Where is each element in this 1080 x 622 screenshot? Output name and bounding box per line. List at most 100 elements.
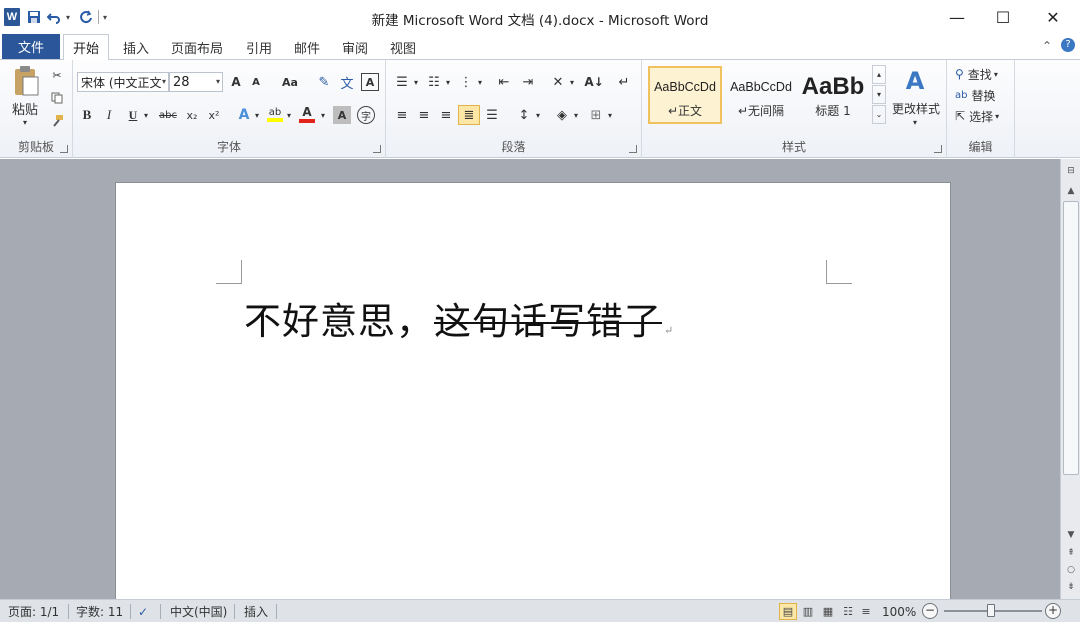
style-heading-1[interactable]: AaBb 标题 1 bbox=[800, 66, 866, 124]
highlight-icon[interactable]: ab bbox=[265, 104, 285, 124]
paste-dropdown-icon[interactable]: ▾ bbox=[20, 117, 30, 127]
text-effects-dropdown-icon[interactable]: ▾ bbox=[253, 106, 261, 124]
distributed-icon[interactable]: ☰ bbox=[482, 106, 502, 124]
styles-scroll-up-icon[interactable]: ▴ bbox=[872, 65, 886, 84]
tab-page-layout[interactable]: 页面布局 bbox=[164, 34, 230, 60]
show-marks-icon[interactable]: ↵ bbox=[614, 73, 634, 91]
font-size-combo[interactable]: 28 ▾ bbox=[169, 72, 223, 92]
multilevel-dropdown-icon[interactable]: ▾ bbox=[476, 73, 484, 91]
word-count[interactable]: 字数: 11 bbox=[76, 603, 123, 620]
clipboard-launcher-icon[interactable] bbox=[60, 145, 68, 153]
font-color-icon[interactable]: A bbox=[297, 104, 317, 124]
line-spacing-icon[interactable]: ↕ bbox=[514, 106, 534, 124]
change-case-button[interactable]: Aa bbox=[277, 73, 303, 91]
clear-formatting-icon[interactable]: ✎ bbox=[315, 73, 333, 91]
select-browse-object-icon[interactable]: ○ bbox=[1063, 562, 1079, 578]
next-page-icon[interactable]: ⇟ bbox=[1063, 579, 1079, 595]
strikethrough-button[interactable]: abc bbox=[157, 106, 179, 124]
minimize-button[interactable]: — bbox=[934, 0, 980, 34]
enclose-characters-icon[interactable]: 字 bbox=[357, 106, 375, 124]
help-icon[interactable]: ? bbox=[1061, 38, 1075, 52]
phonetic-guide-icon[interactable]: 文 bbox=[337, 73, 357, 92]
close-button[interactable]: ✕ bbox=[1030, 0, 1076, 34]
tab-mailings[interactable]: 邮件 bbox=[286, 34, 328, 60]
underline-dropdown-icon[interactable]: ▾ bbox=[141, 106, 151, 124]
align-right-icon[interactable]: ≡ bbox=[436, 106, 456, 124]
align-left-icon[interactable]: ≡ bbox=[392, 106, 412, 124]
tab-review[interactable]: 审阅 bbox=[334, 34, 376, 60]
multilevel-list-icon[interactable]: ⋮ bbox=[456, 73, 476, 91]
italic-button[interactable]: I bbox=[101, 106, 117, 124]
style-no-spacing[interactable]: AaBbCcDd ↵无间隔 bbox=[724, 66, 798, 124]
document-page[interactable]: 不好意思，这句话写错了 ↵ bbox=[115, 182, 951, 612]
copy-icon[interactable] bbox=[48, 90, 66, 106]
vertical-scrollbar[interactable]: ⊟ ▲ ▼ ⇞ ○ ⇟ bbox=[1060, 159, 1080, 599]
scrollbar-thumb[interactable] bbox=[1063, 201, 1079, 475]
cut-icon[interactable]: ✂ bbox=[48, 67, 66, 83]
document-paragraph[interactable]: 不好意思，这句话写错了 ↵ bbox=[244, 291, 674, 345]
borders-icon[interactable]: ⊞ bbox=[586, 106, 606, 124]
increase-indent-icon[interactable]: ⇥ bbox=[518, 73, 538, 91]
decrease-indent-icon[interactable]: ⇤ bbox=[494, 73, 514, 91]
ruler-toggle-icon[interactable]: ⊟ bbox=[1063, 163, 1079, 179]
zoom-in-button[interactable]: + bbox=[1045, 603, 1061, 619]
zoom-slider-thumb[interactable] bbox=[987, 604, 995, 617]
paragraph-launcher-icon[interactable] bbox=[629, 145, 637, 153]
page-count[interactable]: 页面: 1/1 bbox=[8, 603, 59, 620]
tab-view[interactable]: 视图 bbox=[382, 34, 424, 60]
find-button[interactable]: ⚲ 查找 ▾ bbox=[955, 65, 1011, 83]
customize-qat-icon[interactable]: ▾ bbox=[103, 13, 111, 22]
tab-references[interactable]: 引用 bbox=[238, 34, 280, 60]
scroll-down-icon[interactable]: ▼ bbox=[1063, 527, 1079, 543]
word-app-icon[interactable]: W bbox=[4, 8, 20, 26]
bold-button[interactable]: B bbox=[79, 106, 95, 124]
change-styles-icon[interactable]: A bbox=[900, 66, 930, 96]
web-layout-icon[interactable]: ▦ bbox=[819, 603, 837, 620]
superscript-button[interactable]: x² bbox=[205, 106, 223, 124]
styles-more-icon[interactable]: ⌄ bbox=[872, 105, 886, 124]
styles-launcher-icon[interactable] bbox=[934, 145, 942, 153]
underline-button[interactable]: U bbox=[125, 106, 141, 124]
numbering-dropdown-icon[interactable]: ▾ bbox=[444, 73, 452, 91]
borders-dropdown-icon[interactable]: ▾ bbox=[606, 106, 614, 124]
proofing-icon[interactable]: ✓ bbox=[138, 603, 148, 620]
highlight-dropdown-icon[interactable]: ▾ bbox=[285, 106, 293, 124]
styles-scroll-down-icon[interactable]: ▾ bbox=[872, 85, 886, 104]
language-status[interactable]: 中文(中国) bbox=[170, 603, 227, 620]
sort-icon[interactable]: A↓ bbox=[584, 73, 604, 91]
bullets-dropdown-icon[interactable]: ▾ bbox=[412, 73, 420, 91]
select-button[interactable]: ⇱ 选择 ▾ bbox=[955, 107, 1015, 125]
previous-page-icon[interactable]: ⇞ bbox=[1063, 545, 1079, 561]
tab-home[interactable]: 开始 bbox=[63, 34, 109, 61]
print-layout-icon[interactable]: ▤ bbox=[779, 603, 797, 620]
style-normal[interactable]: AaBbCcDd ↵正文 bbox=[648, 66, 722, 124]
change-styles-button[interactable]: 更改样式 bbox=[890, 100, 942, 116]
subscript-button[interactable]: x₂ bbox=[183, 106, 201, 124]
full-screen-reading-icon[interactable]: ▥ bbox=[799, 603, 817, 620]
bullets-icon[interactable]: ☰ bbox=[392, 73, 412, 91]
align-center-icon[interactable]: ≡ bbox=[414, 106, 434, 124]
maximize-button[interactable]: ☐ bbox=[980, 0, 1026, 34]
save-icon[interactable] bbox=[26, 9, 42, 25]
shrink-font-button[interactable]: A bbox=[247, 73, 265, 91]
scroll-up-icon[interactable]: ▲ bbox=[1063, 183, 1079, 199]
undo-dropdown-icon[interactable]: ▾ bbox=[66, 13, 74, 22]
change-styles-dropdown-icon[interactable]: ▾ bbox=[910, 117, 920, 127]
outline-icon[interactable]: ☷ bbox=[839, 603, 857, 620]
tab-file[interactable]: 文件 bbox=[2, 34, 60, 59]
undo-icon[interactable] bbox=[46, 9, 62, 25]
replace-button[interactable]: ab 替换 bbox=[955, 86, 1011, 104]
character-border-icon[interactable]: A bbox=[361, 73, 379, 91]
paste-button[interactable]: 粘贴 bbox=[6, 100, 44, 118]
justify-icon[interactable]: ≣ bbox=[458, 105, 480, 125]
draft-icon[interactable]: ≡ bbox=[857, 603, 875, 620]
insert-mode-status[interactable]: 插入 bbox=[244, 603, 268, 620]
font-launcher-icon[interactable] bbox=[373, 145, 381, 153]
paste-icon[interactable] bbox=[8, 64, 44, 98]
chinese-layout-dropdown-icon[interactable]: ▾ bbox=[568, 73, 576, 91]
redo-icon[interactable] bbox=[78, 9, 94, 25]
font-color-dropdown-icon[interactable]: ▾ bbox=[319, 106, 327, 124]
format-painter-icon[interactable] bbox=[48, 113, 66, 129]
grow-font-button[interactable]: A bbox=[227, 73, 245, 91]
text-effects-icon[interactable]: A bbox=[235, 106, 253, 124]
